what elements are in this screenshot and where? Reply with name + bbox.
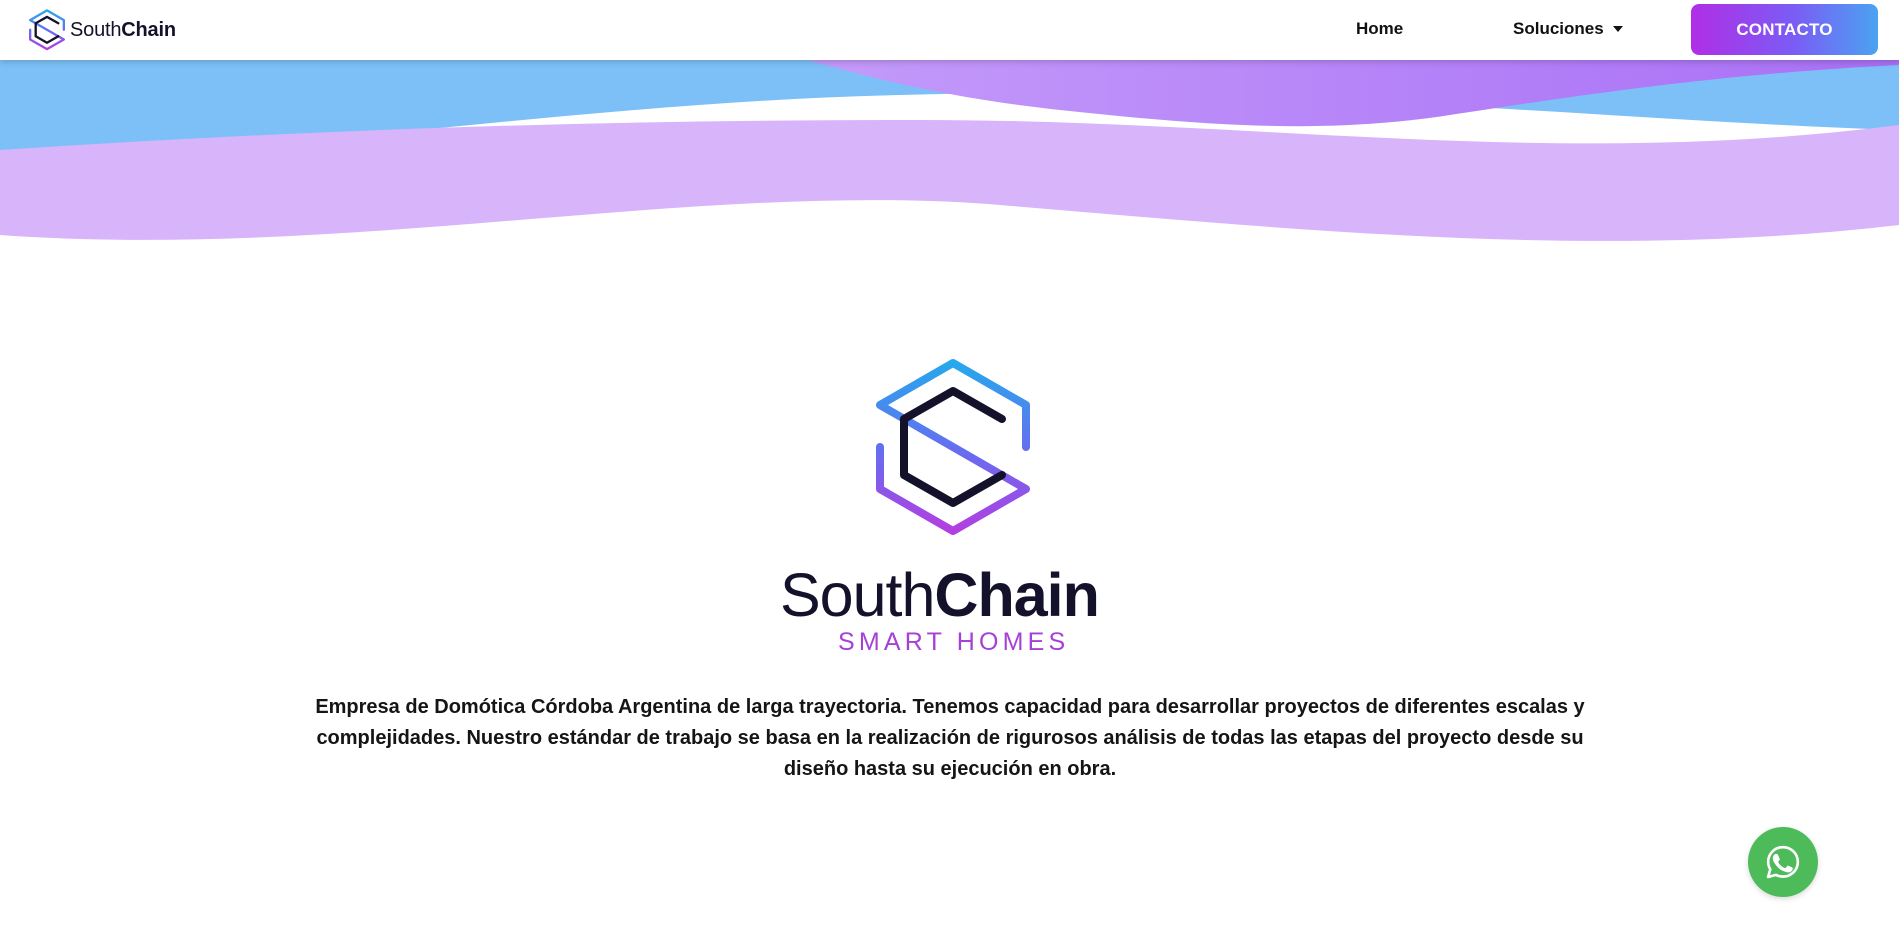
whatsapp-icon xyxy=(1766,845,1800,879)
contact-button[interactable]: CONTACTO xyxy=(1691,4,1878,55)
caret-down-icon xyxy=(1612,26,1623,32)
hero-title-bold: Chain xyxy=(934,561,1099,629)
nav-soluciones-dropdown[interactable]: Soluciones xyxy=(1513,19,1623,39)
nav-home-link[interactable]: Home xyxy=(1356,19,1403,39)
hero-subtitle: SMART HOMES xyxy=(838,628,1070,656)
nav-soluciones-label: Soluciones xyxy=(1513,19,1604,38)
southchain-hexagon-s-icon xyxy=(28,9,65,51)
southchain-hexagon-s-icon xyxy=(876,359,1030,535)
site-header: SouthChain Home Soluciones CONTACTO xyxy=(0,0,1899,60)
whatsapp-button[interactable] xyxy=(1748,827,1818,897)
company-description: Empresa de Domótica Córdoba Argentina de… xyxy=(315,696,1585,780)
page: SouthChain Home Soluciones CONTACTO Sout… xyxy=(0,0,1899,934)
header-brand[interactable]: SouthChain xyxy=(28,9,176,51)
brand-name-bold: Chain xyxy=(121,18,176,41)
brand-name: SouthChain xyxy=(70,19,176,42)
brand-name-thin: South xyxy=(70,18,122,41)
hero-title-thin: South xyxy=(780,561,935,629)
hero-brand-title: SouthChain xyxy=(780,565,1130,626)
